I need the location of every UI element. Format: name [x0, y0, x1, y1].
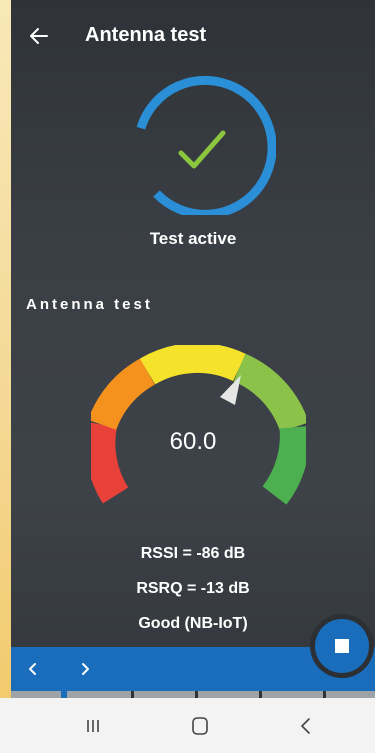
- system-navigation-bar: [0, 698, 375, 753]
- page-title: Antenna test: [85, 24, 207, 46]
- section-title: Antenna test: [26, 296, 153, 313]
- app-screen: Antenna test Test active Antenna test 60…: [11, 0, 375, 698]
- gauge-segment-lightgreen: [233, 353, 306, 433]
- status-text: Test active: [149, 229, 237, 248]
- stop-icon: [335, 639, 349, 653]
- system-back-icon[interactable]: [293, 713, 319, 739]
- stop-test-button[interactable]: [315, 619, 369, 673]
- chevron-left-icon[interactable]: [23, 659, 43, 679]
- rssi-value: RSSI = -86 dB: [140, 545, 246, 562]
- step-divider: [131, 691, 134, 698]
- rsrq-value: RSRQ = -13 dB: [136, 580, 250, 597]
- step-progress-strip: [11, 691, 375, 698]
- step-indicator-active: [61, 691, 67, 698]
- gauge-value: 60.0: [169, 428, 217, 455]
- recent-apps-icon[interactable]: [80, 713, 106, 739]
- step-divider: [259, 691, 262, 698]
- gauge-segment-yellow: [139, 345, 246, 385]
- back-arrow-icon[interactable]: [25, 22, 53, 50]
- checkmark-icon: [178, 130, 226, 169]
- top-app-bar: Antenna test: [11, 0, 375, 72]
- step-divider: [195, 691, 198, 698]
- status-ring: [136, 75, 276, 215]
- step-divider: [323, 691, 326, 698]
- gauge-segment-orange: [91, 358, 156, 431]
- chevron-right-icon[interactable]: [75, 659, 95, 679]
- background-strip: [0, 0, 11, 753]
- home-icon[interactable]: [187, 713, 213, 739]
